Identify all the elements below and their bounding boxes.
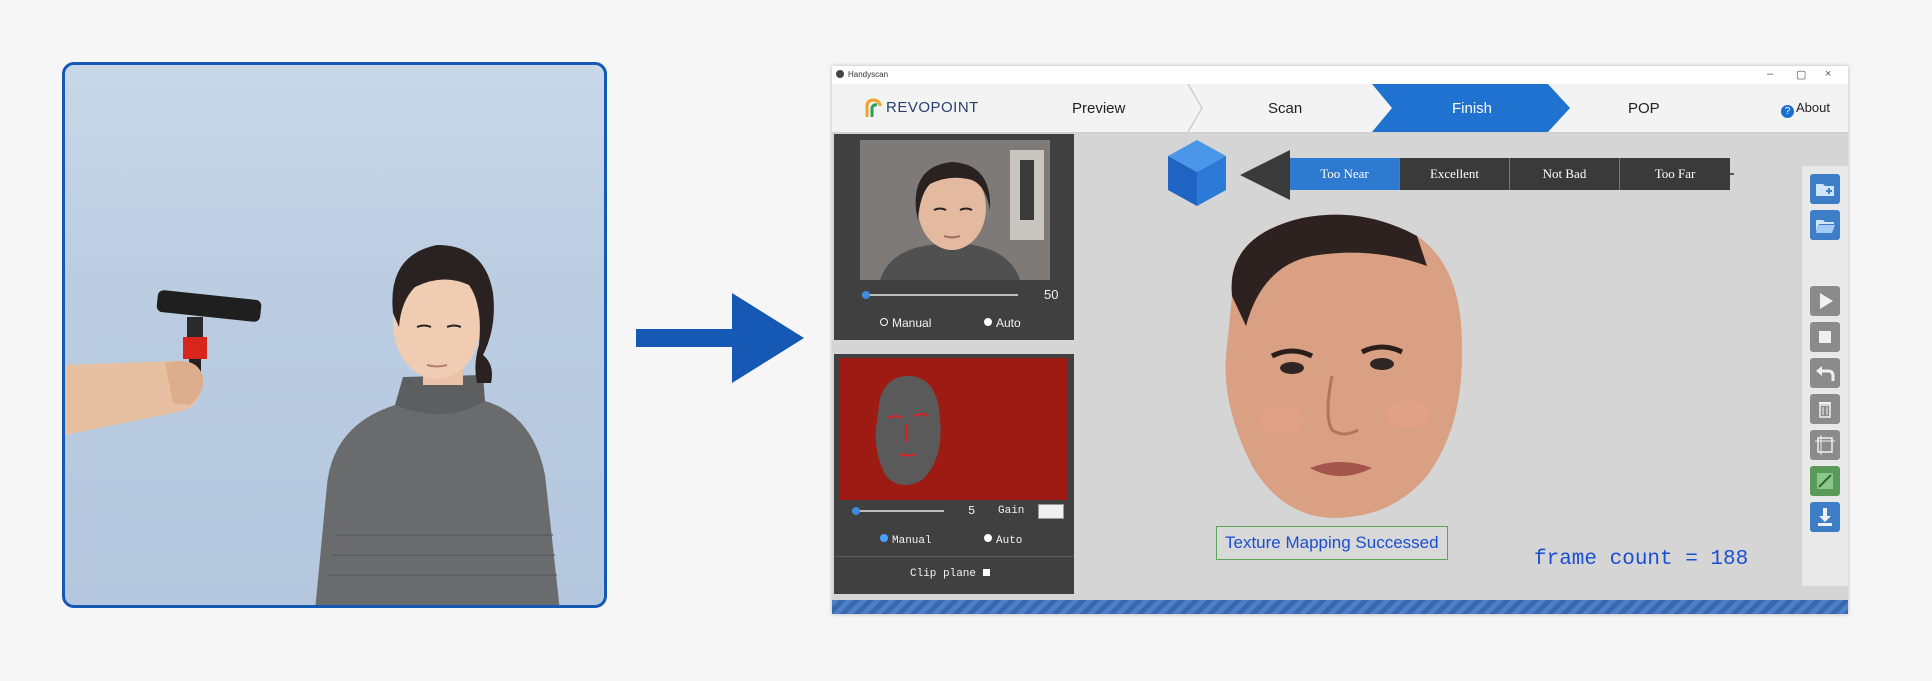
distance-too-near: Too Near: [1290, 158, 1400, 190]
tab-preview[interactable]: Preview: [1072, 100, 1125, 117]
app-window: Handyscan – ▢ × REVOPOINT Preview Scan F…: [832, 66, 1848, 614]
new-folder-icon: [1816, 184, 1834, 196]
undo-button[interactable]: [1810, 358, 1840, 388]
app-icon: [836, 70, 844, 78]
trash-icon: [1819, 402, 1831, 418]
rgb-slider-value: 50: [1044, 287, 1059, 302]
help-icon: ?: [1781, 105, 1795, 118]
tab-finish[interactable]: Finish: [1452, 100, 1492, 117]
play-icon: [1820, 293, 1833, 309]
logo-text: REVOPOINT: [886, 98, 979, 116]
edit-image-button[interactable]: [1810, 466, 1840, 496]
step-divider: [1187, 84, 1203, 132]
open-folder-icon: [1816, 220, 1835, 233]
about-label: About: [1796, 100, 1830, 115]
close-button[interactable]: ×: [1825, 68, 1831, 80]
distance-excellent: Excellent: [1400, 158, 1510, 190]
rgb-auto-radio[interactable]: Auto: [984, 316, 1021, 330]
panel-divider: [834, 556, 1074, 557]
texture-status-message: Texture Mapping Successed: [1216, 526, 1448, 560]
rgb-camera-view: [860, 140, 1050, 280]
depth-slider-value: 5: [968, 504, 976, 518]
view-cube-icon[interactable]: [1166, 138, 1228, 208]
gain-label: Gain: [998, 505, 1025, 517]
new-folder-button[interactable]: [1810, 174, 1840, 204]
depth-auto-radio[interactable]: Auto: [984, 534, 1022, 547]
delete-button[interactable]: [1810, 394, 1840, 424]
depth-camera-panel: 5 Gain Manual Auto Clip plane: [834, 354, 1074, 594]
scanning-photo: [62, 62, 607, 608]
distance-indicator-bar: Too Near Excellent Not Bad Too Far: [1290, 158, 1730, 190]
rgb-manual-radio[interactable]: Manual: [880, 316, 931, 330]
tab-scan[interactable]: Scan: [1268, 100, 1302, 117]
tab-pop[interactable]: POP: [1628, 100, 1660, 117]
depth-manual-radio[interactable]: Manual: [880, 534, 932, 547]
about-link[interactable]: ? About: [1781, 100, 1830, 118]
depth-slider-knob[interactable]: [852, 507, 860, 515]
progress-bar: [832, 600, 1848, 614]
title-bar: Handyscan – ▢ ×: [832, 66, 1848, 84]
crop-button[interactable]: [1810, 430, 1840, 460]
undo-icon: [1816, 366, 1835, 381]
distance-bar-end: [1730, 173, 1734, 175]
step-nav: REVOPOINT Preview Scan Finish POP ? About: [832, 84, 1848, 133]
crop-icon: [1815, 435, 1835, 455]
gain-input[interactable]: [1038, 504, 1064, 519]
rgb-exposure-slider[interactable]: [862, 294, 1018, 296]
play-button[interactable]: [1810, 286, 1840, 316]
export-button[interactable]: [1810, 502, 1840, 532]
arrow-right-icon: [636, 293, 804, 383]
distance-indicator-arrow-icon: [1240, 150, 1290, 200]
rgb-slider-knob[interactable]: [862, 291, 870, 299]
distance-too-far: Too Far: [1654, 166, 1696, 181]
clip-plane-checkbox[interactable]: Clip plane: [910, 568, 990, 580]
depth-exposure-slider[interactable]: [852, 510, 944, 512]
revopoint-logo-icon: [865, 98, 882, 117]
rgb-camera-panel: 50 Manual Auto: [834, 134, 1074, 340]
distance-not-bad: Not Bad: [1510, 158, 1620, 190]
stop-button[interactable]: [1810, 322, 1840, 352]
frame-count: frame count = 188: [1534, 548, 1749, 571]
depth-camera-view: [840, 358, 1068, 500]
minimize-button[interactable]: –: [1767, 68, 1773, 80]
maximize-button[interactable]: ▢: [1796, 68, 1806, 81]
edit-image-icon: [1817, 473, 1833, 489]
textured-face-model[interactable]: [1212, 206, 1482, 526]
right-toolbar: [1802, 166, 1848, 586]
download-icon: [1818, 508, 1832, 526]
window-title: Handyscan: [848, 70, 889, 79]
open-folder-button[interactable]: [1810, 210, 1840, 240]
stop-icon: [1819, 331, 1831, 343]
logo: REVOPOINT: [864, 98, 979, 118]
